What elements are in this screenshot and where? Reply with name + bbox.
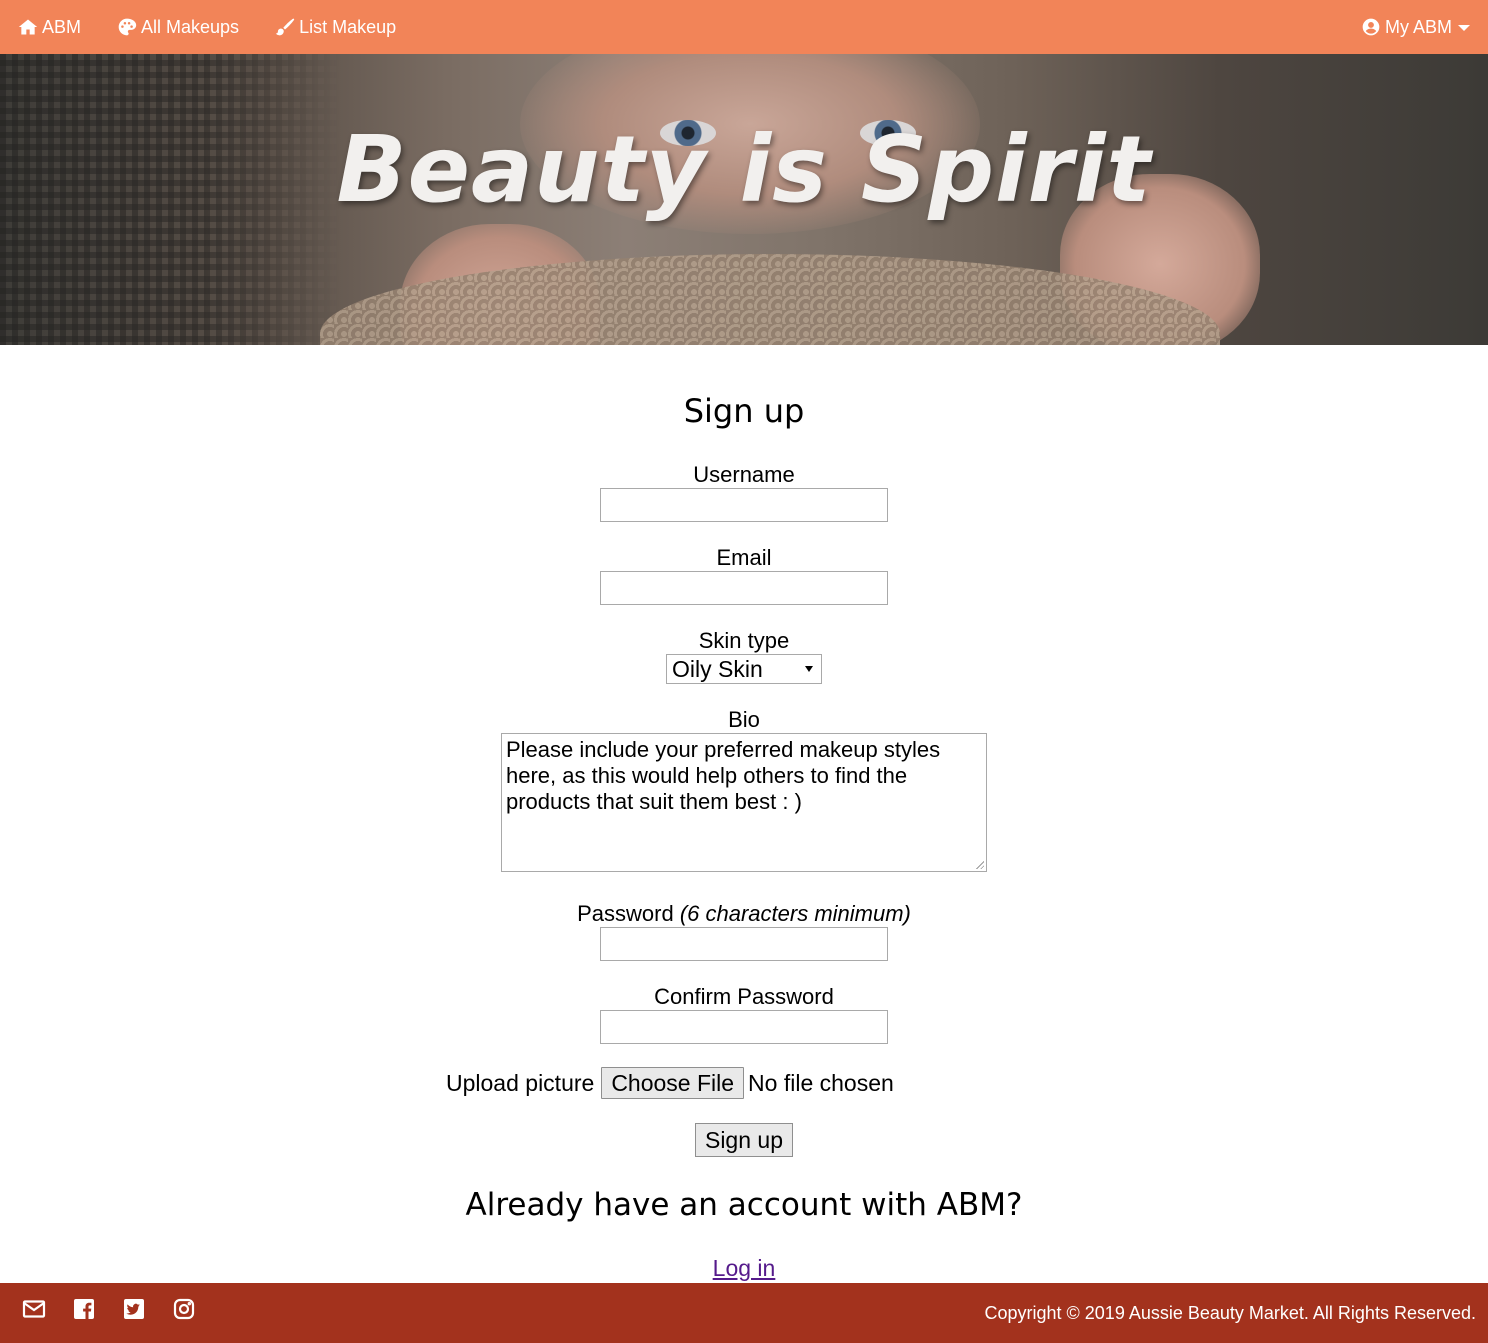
home-icon	[18, 19, 38, 35]
skin-type-select[interactable]: Oily Skin	[666, 654, 822, 684]
file-status-text: No file chosen	[748, 1069, 894, 1096]
brush-icon	[275, 18, 295, 36]
nav-home-link[interactable]: ABM	[18, 0, 81, 54]
facebook-icon[interactable]	[72, 1297, 96, 1321]
confirm-password-field[interactable]	[600, 1010, 888, 1044]
nav-all-makeups-label: All Makeups	[141, 16, 240, 37]
instagram-icon[interactable]	[172, 1297, 196, 1321]
envelope-icon[interactable]	[22, 1297, 46, 1321]
password-hint: (6 characters minimum)	[679, 901, 911, 926]
upload-picture-row: Upload picture Choose File No file chose…	[446, 1067, 894, 1099]
password-label-row: Password (6 characters minimum)	[0, 901, 1488, 927]
hero-banner: Beauty is Spirit	[0, 54, 1488, 345]
nav-my-abm-label: My ABM	[1384, 16, 1452, 37]
twitter-icon[interactable]	[122, 1297, 146, 1321]
nav-home-label: ABM	[42, 16, 82, 37]
username-label: Username	[693, 462, 795, 487]
sign-up-button[interactable]: Sign up	[695, 1123, 793, 1157]
password-field[interactable]	[600, 927, 888, 961]
palette-icon	[118, 18, 137, 36]
caret-down-icon	[1458, 25, 1470, 31]
email-label: Email	[716, 545, 772, 570]
resize-grip-icon[interactable]	[975, 860, 984, 869]
page-title: Sign up	[683, 392, 805, 430]
skin-type-selected-value: Oily Skin	[672, 655, 763, 682]
bio-placeholder: Please include your preferred makeup sty…	[506, 737, 941, 814]
confirm-password-label: Confirm Password	[654, 984, 834, 1009]
bio-textarea[interactable]: Please include your preferred makeup sty…	[501, 733, 987, 872]
user-circle-icon	[1362, 18, 1380, 36]
top-navbar: ABM All Makeups List Makeup My ABM	[0, 0, 1488, 54]
hero-title: Beauty is Spirit	[336, 116, 1152, 223]
nav-my-abm-dropdown[interactable]: My ABM	[1361, 0, 1470, 54]
username-field[interactable]	[600, 488, 888, 522]
email-field[interactable]	[600, 571, 888, 605]
copyright-text: Copyright © 2019 Aussie Beauty Market. A…	[984, 1303, 1476, 1323]
nav-list-makeup-label: List Makeup	[299, 16, 397, 37]
select-arrow-icon	[805, 666, 813, 672]
upload-picture-label: Upload picture	[446, 1069, 595, 1096]
footer: Copyright © 2019 Aussie Beauty Market. A…	[0, 1283, 1488, 1343]
choose-file-button[interactable]: Choose File	[601, 1067, 745, 1099]
login-link[interactable]: Log in	[713, 1255, 776, 1281]
login-heading: Already have an account with ABM?	[465, 1187, 1023, 1223]
nav-all-makeups-link[interactable]: All Makeups	[117, 0, 239, 54]
nav-list-makeup-link[interactable]: List Makeup	[275, 0, 396, 54]
password-label: Password	[577, 901, 674, 926]
skin-type-label: Skin type	[698, 628, 790, 653]
login-link-wrapper: Log in	[0, 1255, 1488, 1282]
social-icons	[22, 1297, 222, 1321]
bio-label: Bio	[728, 707, 760, 732]
